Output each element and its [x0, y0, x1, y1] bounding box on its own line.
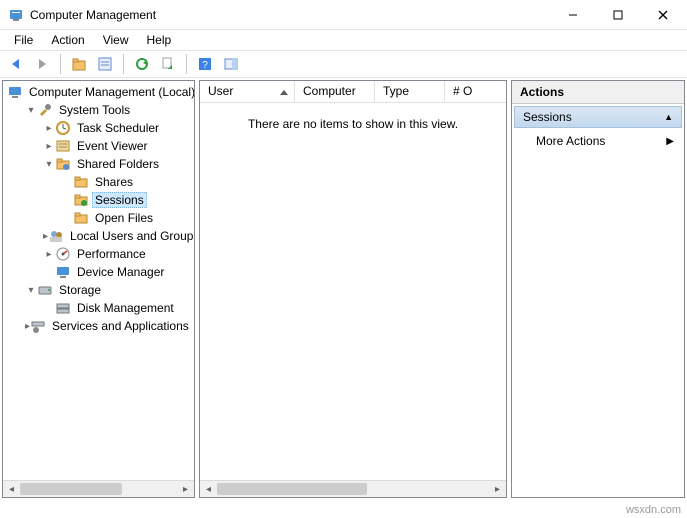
column-type[interactable]: Type [375, 81, 445, 102]
toolbar: ? [0, 50, 687, 78]
title-bar: Computer Management [0, 0, 687, 30]
storage-icon [37, 282, 53, 298]
chevron-down-icon[interactable]: ▾ [43, 159, 55, 170]
refresh-button[interactable] [130, 52, 154, 76]
menu-file[interactable]: File [6, 32, 41, 48]
column-computer[interactable]: Computer [295, 81, 375, 102]
chevron-down-icon[interactable]: ▾ [25, 285, 37, 296]
app-icon [8, 7, 24, 23]
column-user[interactable]: User [200, 81, 295, 102]
submenu-arrow-icon: ▶ [666, 136, 674, 147]
tree-pane: Computer Management (Local) ▾ System Too… [2, 80, 195, 498]
nav-tree: Computer Management (Local) ▾ System Too… [3, 83, 194, 335]
device-manager-icon [55, 264, 71, 280]
tree-open-files[interactable]: Open Files [61, 209, 194, 227]
chevron-right-icon[interactable]: ▸ [43, 249, 55, 260]
tree-sessions[interactable]: Sessions [61, 191, 194, 209]
menu-view[interactable]: View [95, 32, 137, 48]
tree-label: Shared Folders [74, 156, 162, 172]
tools-icon [37, 102, 53, 118]
services-icon [30, 318, 46, 334]
toolbar-separator [186, 54, 187, 74]
tree-local-users[interactable]: ▸ Local Users and Groups [43, 227, 194, 245]
tree-label: Event Viewer [74, 138, 150, 154]
minimize-button[interactable] [550, 1, 595, 29]
tree-label: Disk Management [74, 300, 177, 316]
tree-label: Shares [92, 174, 136, 190]
toolbar-separator [123, 54, 124, 74]
event-viewer-icon [55, 138, 71, 154]
toolbar-separator [60, 54, 61, 74]
tree-label: Open Files [92, 210, 156, 226]
tree-label: Task Scheduler [74, 120, 162, 136]
column-open-files[interactable]: # O [445, 81, 506, 102]
tree-shared-folders[interactable]: ▾ Shared Folders [43, 155, 194, 173]
shared-folder-icon [55, 156, 71, 172]
tree-storage[interactable]: ▾ Storage [25, 281, 194, 299]
tree-label-selected: Sessions [92, 192, 147, 208]
show-hide-pane-button[interactable] [219, 52, 243, 76]
disk-management-icon [55, 300, 71, 316]
menu-bar: File Action View Help [0, 30, 687, 50]
tree-event-viewer[interactable]: ▸ Event Viewer [43, 137, 194, 155]
chevron-down-icon[interactable]: ▾ [25, 105, 37, 116]
forward-button[interactable] [30, 52, 54, 76]
tree-task-scheduler[interactable]: ▸ Task Scheduler [43, 119, 194, 137]
up-button[interactable] [67, 52, 91, 76]
actions-more-label: More Actions [536, 134, 605, 148]
performance-icon [55, 246, 71, 262]
tree-label: System Tools [56, 102, 133, 118]
sessions-icon [73, 192, 89, 208]
menu-action[interactable]: Action [43, 32, 92, 48]
scroll-left-icon[interactable]: ◂ [3, 481, 20, 497]
window-title: Computer Management [30, 8, 550, 22]
tree-hscrollbar[interactable]: ◂ ▸ [3, 480, 194, 497]
tree-performance[interactable]: ▸ Performance [43, 245, 194, 263]
work-area: Computer Management (Local) ▾ System Too… [0, 78, 687, 500]
clock-icon [55, 120, 71, 136]
tree-label: Local Users and Groups [67, 228, 195, 244]
tree-label: Device Manager [74, 264, 167, 280]
svg-text:?: ? [202, 60, 208, 71]
tree-services-apps[interactable]: ▸ Services and Applications [25, 317, 194, 335]
tree-device-manager[interactable]: Device Manager [43, 263, 194, 281]
chevron-right-icon[interactable]: ▸ [43, 141, 55, 152]
collapse-icon: ▲ [664, 112, 673, 122]
users-icon [48, 228, 64, 244]
list-pane: User Computer Type # O There are no item… [199, 80, 507, 498]
tree-root-label: Computer Management (Local) [26, 84, 195, 100]
maximize-button[interactable] [595, 1, 640, 29]
shares-icon [73, 174, 89, 190]
scroll-left-icon[interactable]: ◂ [200, 481, 217, 497]
chevron-right-icon[interactable]: ▸ [43, 123, 55, 134]
properties-button[interactable] [93, 52, 117, 76]
actions-header: Actions [512, 81, 684, 104]
help-button[interactable]: ? [193, 52, 217, 76]
scroll-right-icon[interactable]: ▸ [177, 481, 194, 497]
export-button[interactable] [156, 52, 180, 76]
menu-help[interactable]: Help [139, 32, 180, 48]
scroll-right-icon[interactable]: ▸ [489, 481, 506, 497]
tree-system-tools[interactable]: ▾ System Tools [25, 101, 194, 119]
tree-disk-management[interactable]: Disk Management [43, 299, 194, 317]
list-header: User Computer Type # O [200, 81, 506, 103]
open-files-icon [73, 210, 89, 226]
empty-message: There are no items to show in this view. [200, 103, 506, 145]
actions-context[interactable]: Sessions ▲ [514, 106, 682, 128]
tree-label: Services and Applications [49, 318, 192, 334]
actions-context-label: Sessions [523, 110, 572, 124]
actions-pane: Actions Sessions ▲ More Actions ▶ [511, 80, 685, 498]
tree-label: Performance [74, 246, 149, 262]
watermark: wsxdn.com [626, 504, 681, 516]
list-hscrollbar[interactable]: ◂ ▸ [200, 480, 506, 497]
tree-shares[interactable]: Shares [61, 173, 194, 191]
tree-root[interactable]: Computer Management (Local) [7, 83, 194, 101]
close-button[interactable] [640, 1, 685, 29]
computer-management-icon [7, 84, 23, 100]
tree-label: Storage [56, 282, 104, 298]
actions-more[interactable]: More Actions ▶ [512, 130, 684, 152]
back-button[interactable] [4, 52, 28, 76]
